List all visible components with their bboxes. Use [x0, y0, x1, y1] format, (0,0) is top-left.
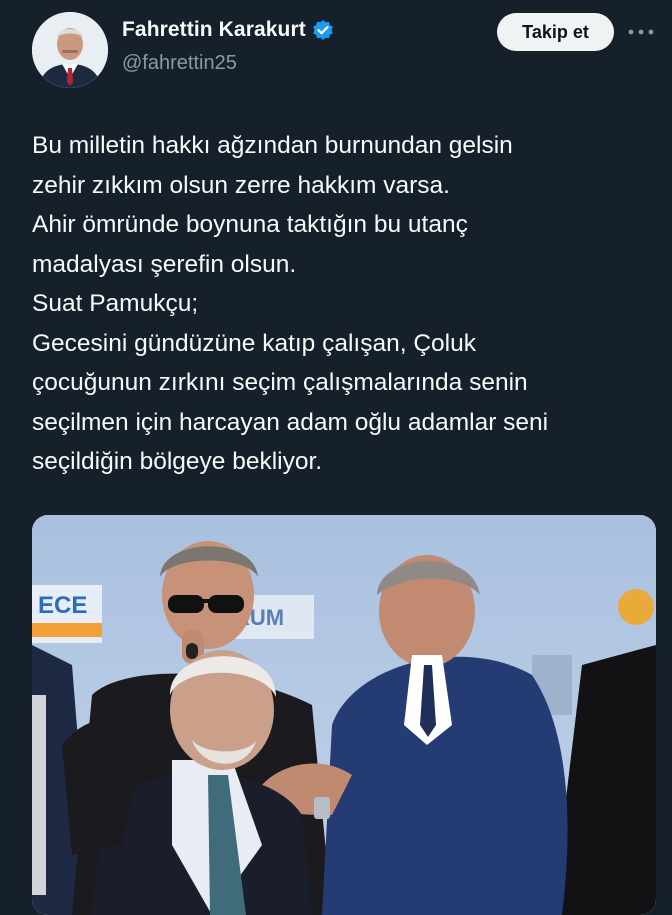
- author-display-name[interactable]: Fahrettin Karakurt: [122, 18, 306, 42]
- banner-text-left: ECE: [38, 592, 87, 619]
- author-handle[interactable]: @fahrettin25: [122, 52, 237, 75]
- tweet-line: Suat Pamukçu;: [32, 290, 199, 317]
- tweet-line: seçildiğin bölgeye bekliyor.: [32, 448, 323, 475]
- tweet-line: çocuğunun zırkını seçim çalışmalarında s…: [32, 369, 528, 396]
- tweet-line: Gecesini gündüzüne katıp çalışan, Çoluk: [32, 329, 476, 357]
- tweet-line: Ahir ömründe boynuna taktığın bu utanç: [32, 211, 468, 238]
- author-avatar[interactable]: [32, 12, 108, 88]
- author-name-row: Fahrettin Karakurt: [122, 18, 334, 42]
- tweet-line: zehir zıkkım olsun zerre hakkım varsa.: [32, 171, 450, 199]
- verified-badge-icon: [312, 19, 334, 41]
- follow-button[interactable]: Takip et: [497, 13, 614, 51]
- tweet-header: Fahrettin Karakurt @fahrettin25 Takip et: [0, 0, 672, 100]
- tweet-line: Bu milletin hakkı ağzından burnundan gel…: [32, 132, 513, 159]
- tweet-line: madalyası şerefin olsun.: [32, 250, 297, 278]
- tweet-text: Bu milletin hakkı ağzından burnundan gel…: [32, 126, 652, 482]
- photo-scene: ECE RUM: [32, 515, 656, 915]
- tweet-media-photo[interactable]: ECE RUM: [32, 515, 656, 915]
- avatar-image: [32, 12, 108, 88]
- more-options-icon[interactable]: [624, 18, 658, 46]
- tweet-line: seçilmen için harcayan adam oğlu adamlar…: [32, 408, 549, 436]
